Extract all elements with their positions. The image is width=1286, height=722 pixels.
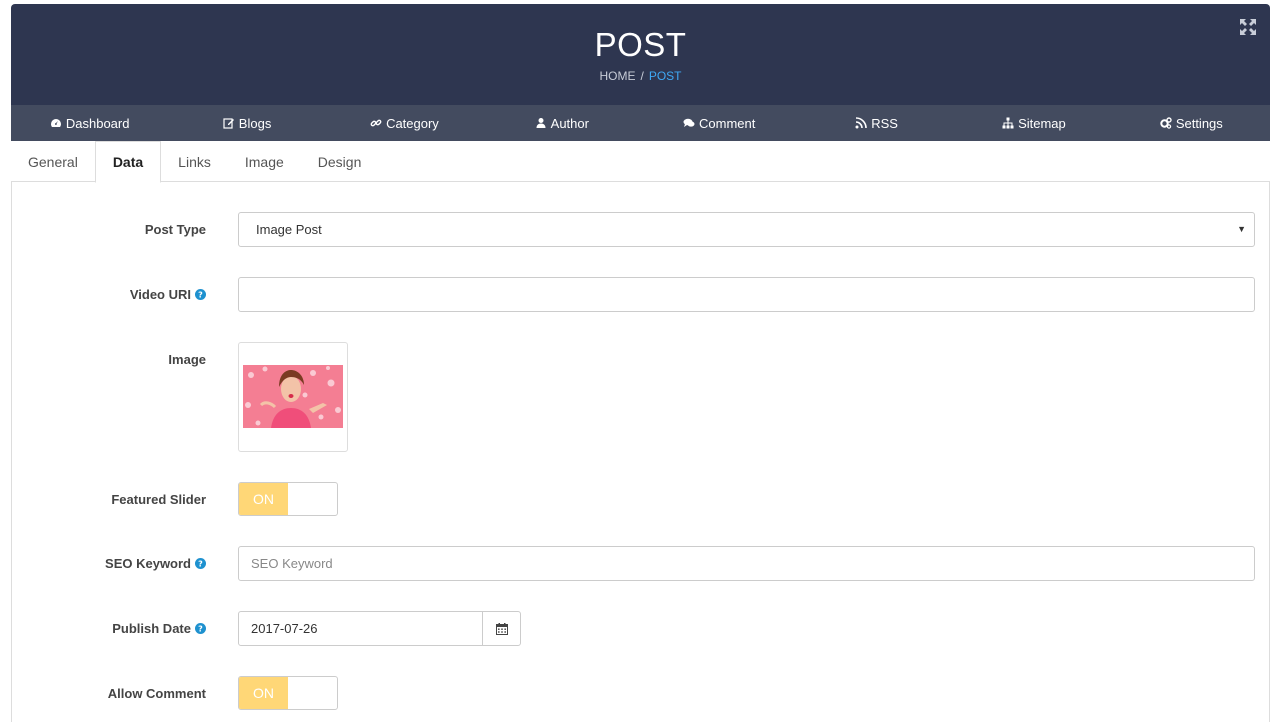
edit-icon [223,118,234,129]
image-label: Image [168,352,206,367]
tab-image[interactable]: Image [228,141,301,182]
cogs-icon [1160,117,1172,129]
svg-text:?: ? [198,625,203,634]
help-icon[interactable]: ? [195,623,206,634]
toggle-on-label: ON [239,677,288,709]
nav-label: Blogs [238,115,272,131]
nav-comment[interactable]: Comment [641,105,798,141]
featured-slider-toggle[interactable]: ON [238,482,338,516]
post-type-label: Post Type [144,222,206,237]
expand-icon[interactable] [1239,18,1257,36]
tab-data[interactable]: Data [94,141,162,183]
help-icon[interactable]: ? [195,289,206,300]
publish-date-input[interactable] [238,611,483,646]
nav-label: Author [550,115,589,131]
breadcrumb-current: POST [648,69,682,83]
nav-blogs[interactable]: Blogs [168,105,325,141]
caret-down-icon: ▼ [1237,224,1246,234]
post-type-select[interactable]: Image Post ▼ [238,212,1255,247]
nav-settings[interactable]: Settings [1113,105,1270,141]
page-header: POST HOME / POST [11,4,1270,105]
sitemap-icon [1002,117,1014,129]
publish-date-label: Publish Date ? [112,621,206,636]
allow-comment-label: Allow Comment [107,686,206,701]
main-navbar: Dashboard Blogs Category Author Comment … [11,105,1270,141]
help-icon[interactable]: ? [195,558,206,569]
data-tab-panel: Post Type Image Post ▼ Video URI ? Image [11,181,1270,722]
svg-text:?: ? [198,560,203,569]
calendar-icon [495,622,508,635]
breadcrumb-home[interactable]: HOME [599,69,635,83]
calendar-button[interactable] [482,611,521,646]
breadcrumb: HOME / POST [11,69,1270,83]
link-icon [370,119,382,127]
comments-icon [683,118,695,127]
featured-slider-row: Featured Slider ON [12,482,1269,516]
nav-label: Comment [699,115,756,131]
publish-date-group [238,611,521,646]
rss-icon [855,117,867,129]
page-title: POST [594,26,687,63]
form-tabs: General Data Links Image Design [11,141,1270,183]
image-row: Image [12,342,1269,452]
nav-label: RSS [871,115,898,131]
svg-text:?: ? [198,291,203,300]
video-uri-input[interactable] [238,277,1255,312]
nav-sitemap[interactable]: Sitemap [955,105,1112,141]
nav-label: Dashboard [65,115,130,131]
tab-general[interactable]: General [11,141,95,182]
nav-author[interactable]: Author [483,105,640,141]
tab-design[interactable]: Design [301,141,379,182]
post-image-thumbnail[interactable] [238,342,348,452]
nav-label: Category [386,115,439,131]
allow-comment-row: Allow Comment ON [12,676,1269,710]
featured-slider-label: Featured Slider [111,492,206,507]
nav-dashboard[interactable]: Dashboard [11,105,168,141]
user-icon [536,118,546,128]
nav-label: Sitemap [1018,115,1066,131]
seo-keyword-input[interactable] [238,546,1255,581]
breadcrumb-separator: / [640,69,644,83]
seo-keyword-label: SEO Keyword ? [105,556,206,571]
dashboard-icon [50,119,61,127]
nav-rss[interactable]: RSS [798,105,955,141]
nav-label: Settings [1175,115,1223,131]
post-type-row: Post Type Image Post ▼ [12,212,1269,247]
toggle-on-label: ON [239,483,288,515]
allow-comment-toggle[interactable]: ON [238,676,338,710]
video-uri-row: Video URI ? [12,277,1269,312]
post-image [243,365,343,428]
video-uri-label: Video URI ? [130,287,206,302]
nav-category[interactable]: Category [326,105,483,141]
publish-date-row: Publish Date ? [12,611,1269,646]
tab-links[interactable]: Links [161,141,228,182]
seo-keyword-row: SEO Keyword ? [12,546,1269,581]
